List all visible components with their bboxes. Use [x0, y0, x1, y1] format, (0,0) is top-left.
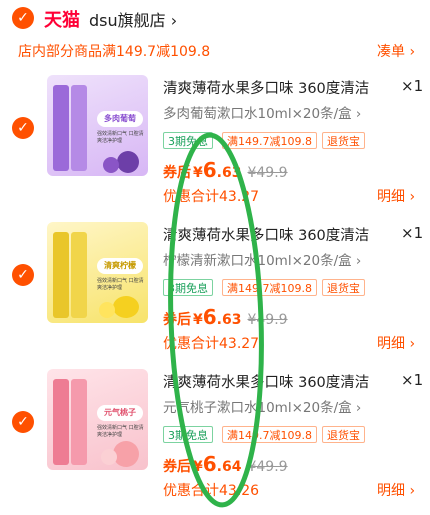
- cart-item: ✓ 清爽柠檬 强效清新口气 口腔清爽洁净护理 清爽薄荷水果多口味 360度清洁 …: [0, 222, 430, 368]
- tag-installment: 3期免息: [163, 426, 213, 443]
- product-title[interactable]: 清爽薄荷水果多口味 360度清洁: [163, 371, 369, 392]
- detail-button[interactable]: 明细 ›: [377, 480, 415, 500]
- product-image[interactable]: 清爽柠檬 强效清新口气 口腔清爽洁净护理: [47, 222, 148, 323]
- sku-selector[interactable]: 柠檬清新漱口水10ml×20条/盒 ›: [163, 249, 361, 269]
- price-currency: ¥: [193, 312, 203, 328]
- product-title[interactable]: 清爽薄荷水果多口味 360度清洁: [163, 77, 369, 98]
- price-label: 券后: [163, 459, 191, 475]
- price-currency: ¥: [193, 459, 203, 475]
- quantity[interactable]: ×1: [401, 371, 423, 389]
- price-label: 券后: [163, 312, 191, 328]
- price-integer: 6: [202, 452, 217, 476]
- tag-discount: 满149.7减109.8: [222, 279, 317, 296]
- price-decimal: .63: [216, 165, 242, 181]
- discount-total: 优惠合计43.27: [163, 336, 260, 352]
- price-integer: 6: [202, 158, 217, 182]
- tag-return-insurance: 退货宝: [322, 132, 365, 149]
- promo-bar: 店内部分商品满149.7减109.8 凑单 ›: [0, 38, 430, 64]
- shop-select-checkbox[interactable]: ✓: [12, 7, 34, 29]
- shop-name-link[interactable]: dsu旗舰店 ›: [89, 7, 177, 31]
- price-decimal: .63: [216, 312, 242, 328]
- flavor-sub: 强效清新口气 口腔清爽洁净护理: [97, 131, 144, 144]
- quantity[interactable]: ×1: [401, 224, 423, 242]
- tmall-logo: 天猫: [44, 10, 80, 31]
- original-price: ¥49.9: [247, 459, 288, 475]
- original-price: ¥49.9: [247, 312, 288, 328]
- product-image[interactable]: 元气桃子 强效清新口气 口腔清爽洁净护理: [47, 369, 148, 470]
- tag-return-insurance: 退货宝: [322, 279, 365, 296]
- price-label: 券后: [163, 165, 191, 181]
- item-select-checkbox[interactable]: ✓: [12, 117, 34, 139]
- item-select-checkbox[interactable]: ✓: [12, 264, 34, 286]
- detail-button[interactable]: 明细 ›: [377, 333, 415, 353]
- price-integer: 6: [202, 305, 217, 329]
- tag-discount: 满149.7减109.8: [222, 426, 317, 443]
- tag-return-insurance: 退货宝: [322, 426, 365, 443]
- chevron-right-icon: ›: [170, 11, 178, 30]
- sku-selector[interactable]: 多肉葡萄漱口水10ml×20条/盒 ›: [163, 102, 361, 122]
- price: 券后 ¥6.63 ¥49.9: [163, 305, 288, 329]
- product-title[interactable]: 清爽薄荷水果多口味 360度清洁: [163, 224, 369, 245]
- original-price: ¥49.9: [247, 165, 288, 181]
- tag-installment: 3期免息: [163, 279, 213, 296]
- cart-item: ✓ 元气桃子 强效清新口气 口腔清爽洁净护理 清爽薄荷水果多口味 360度清洁 …: [0, 369, 430, 515]
- discount-total: 优惠合计43.26: [163, 483, 260, 499]
- flavor-sub: 强效清新口气 口腔清爽洁净护理: [97, 278, 144, 291]
- price: 券后 ¥6.64 ¥49.9: [163, 452, 288, 476]
- product-image[interactable]: 多肉葡萄 强效清新口气 口腔清爽洁净护理: [47, 75, 148, 176]
- price: 券后 ¥6.63 ¥49.9: [163, 158, 288, 182]
- detail-button[interactable]: 明细 ›: [377, 186, 415, 206]
- shop-header: ✓ 天猫 dsu旗舰店 ›: [0, 0, 430, 36]
- shop-name: dsu旗舰店: [89, 11, 166, 30]
- item-select-checkbox[interactable]: ✓: [12, 411, 34, 433]
- cart-item: ✓ 多肉葡萄 强效清新口气 口腔清爽洁净护理 清爽薄荷水果多口味 360度清洁 …: [0, 75, 430, 221]
- quantity[interactable]: ×1: [401, 77, 423, 95]
- coudan-button[interactable]: 凑单 ›: [377, 41, 415, 61]
- promo-text: 店内部分商品满149.7减109.8: [18, 44, 211, 60]
- flavor-label: 元气桃子: [97, 405, 143, 421]
- tag-discount: 满149.7减109.8: [222, 132, 317, 149]
- price-decimal: .64: [216, 459, 242, 475]
- price-currency: ¥: [193, 165, 203, 181]
- flavor-sub: 强效清新口气 口腔清爽洁净护理: [97, 425, 144, 438]
- flavor-label: 多肉葡萄: [97, 111, 143, 127]
- flavor-label: 清爽柠檬: [97, 258, 143, 274]
- discount-total: 优惠合计43.27: [163, 189, 260, 205]
- tag-installment: 3期免息: [163, 132, 213, 149]
- sku-selector[interactable]: 元气桃子漱口水10ml×20条/盒 ›: [163, 396, 361, 416]
